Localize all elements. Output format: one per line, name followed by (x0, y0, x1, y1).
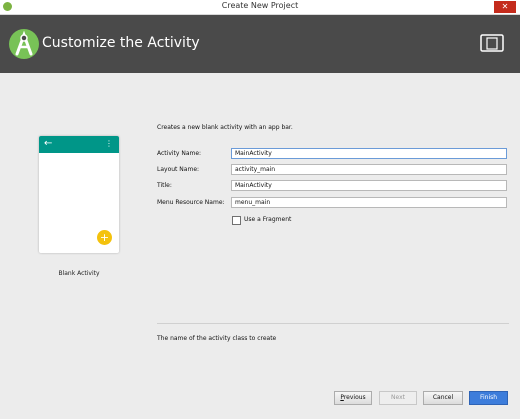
activity-preview: ← ⋮ + (39, 136, 119, 253)
divider (157, 323, 509, 324)
layout-name-input[interactable]: activity_main (231, 164, 507, 175)
menu-resource-name-label: Menu Resource Name: (157, 199, 225, 206)
menu-resource-name-input[interactable]: menu_main (231, 197, 507, 208)
window-titlebar: Create New Project ✕ (0, 0, 520, 15)
activity-description: Creates a new blank activity with an app… (157, 124, 293, 131)
preview-label: Blank Activity (58, 270, 100, 277)
back-arrow-icon: ← (44, 138, 53, 149)
app-bar: ← ⋮ (39, 136, 119, 153)
menu-resource-row: Menu Resource Name: menu_main (157, 197, 509, 208)
title-row: Title: MainActivity (157, 180, 509, 191)
title-label: Title: (157, 182, 172, 189)
window-title: Create New Project (221, 1, 299, 10)
layout-name-row: Layout Name: activity_main (157, 164, 509, 175)
fab-icon: + (97, 230, 112, 245)
finish-button[interactable]: Finish (469, 391, 508, 405)
android-studio-logo-icon (9, 29, 39, 59)
cancel-button[interactable]: Cancel (423, 391, 463, 405)
use-fragment-label: Use a Fragment (244, 216, 292, 223)
previous-button[interactable]: Previous (334, 391, 372, 405)
use-fragment-checkbox[interactable] (232, 216, 241, 225)
device-icon (480, 34, 504, 52)
next-button[interactable]: Next (379, 391, 417, 405)
activity-name-input[interactable]: MainActivity (231, 148, 507, 159)
layout-name-label: Layout Name: (157, 166, 200, 173)
activity-name-label: Activity Name: (157, 150, 202, 157)
overflow-menu-icon: ⋮ (105, 139, 113, 148)
close-button[interactable]: ✕ (494, 1, 516, 13)
field-hint: The name of the activity class to create (157, 335, 277, 342)
title-input[interactable]: MainActivity (231, 180, 507, 191)
header-banner: Customize the Activity (0, 15, 520, 73)
page-title: Customize the Activity (42, 35, 200, 51)
activity-name-row: Activity Name: MainActivity (157, 148, 509, 159)
